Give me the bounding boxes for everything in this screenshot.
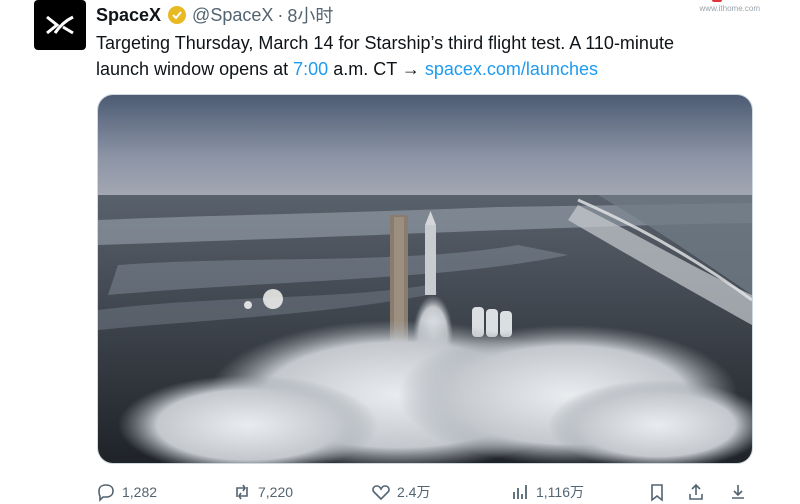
reply-icon — [98, 484, 114, 502]
heart-icon — [372, 485, 390, 501]
tweet-text-line2: launch window opens at 7:00 a.m. CT → sp… — [96, 56, 776, 82]
tweet-text-line1: Targeting Thursday, March 14 for Starshi… — [96, 33, 674, 53]
retweet-count: 7,220 — [258, 484, 294, 500]
views-button[interactable]: 1,116万 — [510, 480, 584, 504]
reply-button[interactable]: 1,282 — [96, 480, 157, 504]
like-count: 2.4万 — [397, 484, 431, 500]
tweet-media-photo[interactable] — [97, 94, 753, 464]
tweet-card[interactable]: SpaceX @SpaceX · 8小时 www.ithome.com Targ… — [0, 0, 800, 502]
tweet-actions-bar: 1,282 7,220 2.4万 1,116万 — [96, 480, 756, 504]
spacex-avatar[interactable] — [34, 0, 86, 50]
retweet-button[interactable]: 7,220 — [232, 480, 293, 504]
download-button[interactable] — [728, 480, 754, 504]
separator-dot: · — [277, 4, 284, 25]
tweet-time[interactable]: 8小时 — [287, 2, 333, 28]
share-button[interactable] — [686, 480, 712, 504]
bookmark-icon — [651, 484, 663, 502]
verified-badge-icon — [167, 5, 187, 25]
views-count: 1,116万 — [536, 484, 584, 500]
download-icon — [732, 485, 744, 499]
watermark-text: www.ithome.com — [699, 4, 760, 13]
like-button[interactable]: 2.4万 — [371, 480, 430, 504]
account-handle[interactable]: @SpaceX — [192, 5, 273, 26]
tweet-text: Targeting Thursday, March 14 for Starshi… — [96, 30, 776, 82]
retweet-icon — [236, 484, 248, 500]
tweet-text-part: launch window opens at — [96, 59, 294, 79]
account-name[interactable]: SpaceX — [96, 5, 161, 26]
views-icon — [513, 485, 527, 499]
rocket-launch-photo — [98, 95, 752, 463]
share-icon — [689, 483, 703, 500]
tweet-header: SpaceX @SpaceX · 8小时 — [96, 2, 333, 28]
time-link[interactable]: 7:00 — [293, 59, 328, 79]
bookmark-button[interactable] — [647, 480, 673, 504]
spacex-logo-icon — [46, 15, 74, 35]
launches-link[interactable]: spacex.com/launches — [425, 59, 598, 79]
reply-count: 1,282 — [122, 484, 158, 500]
tweet-text-part: a.m. CT → — [328, 59, 425, 79]
watermark-logo — [712, 0, 722, 2]
